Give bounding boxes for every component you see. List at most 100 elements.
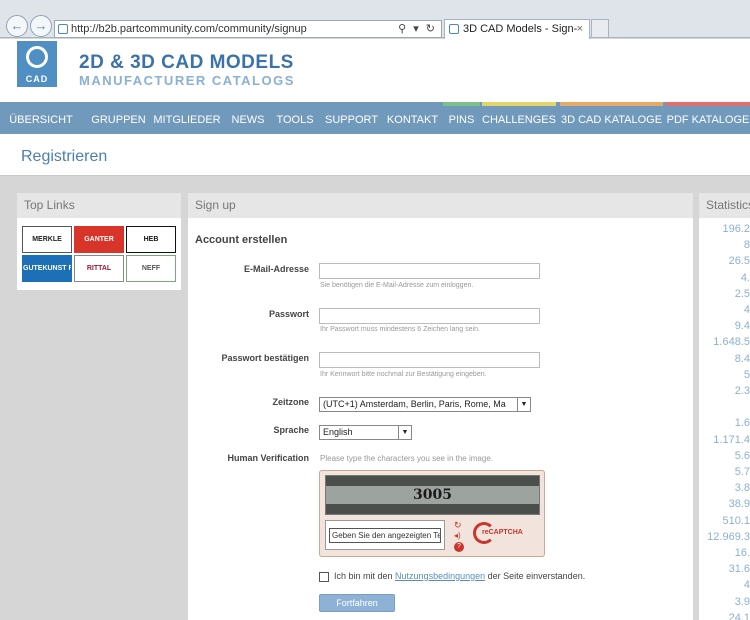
refresh-icon[interactable]: ↻ bbox=[454, 520, 466, 530]
statistic-value: 16. bbox=[734, 547, 750, 559]
partner-logo-link[interactable]: GUTEKUNST FEDERN bbox=[22, 255, 72, 282]
confirm-password-label: Passwort bestätigen bbox=[221, 353, 309, 363]
nav-item[interactable]: PDF KATALOGE bbox=[666, 102, 750, 134]
nav-item-label: SUPPORT bbox=[325, 114, 378, 126]
top-links-heading: Top Links bbox=[17, 193, 181, 218]
statistic-value: 5.6 bbox=[734, 449, 750, 462]
email-field[interactable] bbox=[319, 263, 540, 279]
logo-text: CAD bbox=[25, 74, 49, 84]
statistic-value: 12.969.3 bbox=[707, 530, 750, 543]
partner-logo-link[interactable]: NEFF bbox=[126, 255, 176, 282]
nav-item-label: NEWS bbox=[231, 114, 265, 126]
statistic-value: 196.2 bbox=[722, 223, 750, 235]
help-icon[interactable]: ? bbox=[454, 542, 464, 552]
site-subtitle: MANUFACTURER CATALOGS bbox=[79, 73, 295, 88]
timezone-value: (UTC+1) Amsterdam, Berlin, Paris, Rome, … bbox=[323, 399, 506, 409]
submit-button[interactable]: Fortfahren bbox=[319, 594, 395, 612]
nav-item-label: PINS bbox=[448, 114, 475, 126]
statistic-value: 1.6 bbox=[734, 417, 750, 430]
page-header: Registrieren bbox=[0, 134, 750, 176]
statistic-value: 8 bbox=[743, 239, 750, 252]
statistics-panel: Statistics 196.2 8 26.5 4. 2.5 4 9.4 1.648.5 8.4… bbox=[699, 193, 750, 620]
partner-logo-link[interactable]: MERKLE bbox=[22, 226, 72, 253]
top-links-panel: Top Links MERKLEGANTERHEB GUTEKUNST FEDER… bbox=[17, 193, 181, 290]
statistic-value: 4 bbox=[743, 579, 750, 592]
audio-icon[interactable]: ◂) bbox=[454, 531, 466, 541]
nav-accent-bar bbox=[666, 102, 750, 106]
new-tab-button[interactable] bbox=[591, 19, 609, 38]
main-nav: ÜBERSICHT GRUPPEN MITGLIEDER NEWS TOOLS SUPPO… bbox=[0, 102, 750, 134]
nav-item[interactable]: PINS bbox=[443, 102, 480, 134]
nav-item[interactable]: MITGLIEDER bbox=[151, 102, 223, 134]
statistic-value: 2.5 bbox=[734, 287, 750, 300]
statistic-value: 3.8 bbox=[734, 482, 750, 495]
confirm-password-field[interactable] bbox=[319, 352, 540, 368]
terms-link[interactable]: Nutzungsbedingungen bbox=[395, 571, 485, 581]
browser-tab[interactable]: 3D CAD Models - Sign-up × bbox=[444, 19, 590, 53]
captcha-input[interactable]: Geben Sie den angezeigten Te bbox=[329, 528, 441, 543]
statistic-value: 510.1 bbox=[722, 514, 750, 527]
nav-item-label: GRUPPEN bbox=[91, 114, 146, 126]
partner-logo-link[interactable]: GANTER bbox=[74, 226, 124, 253]
captcha-text: 3005 bbox=[326, 486, 539, 504]
nav-item-label: 3D CAD KATALOGE bbox=[560, 114, 663, 126]
signup-panel: Sign up Account erstellen E-Mail-Adresse… bbox=[188, 193, 693, 620]
nav-item[interactable]: ÜBERSICHT bbox=[4, 102, 78, 134]
url-text: http://b2b.partcommunity.com/community/s… bbox=[71, 23, 307, 35]
password-field[interactable] bbox=[319, 308, 540, 324]
nav-accent-bar bbox=[443, 102, 480, 106]
address-controls-icon[interactable]: ⚲ ▾ ↻ bbox=[398, 21, 437, 37]
language-select[interactable]: English ▼ bbox=[319, 425, 412, 440]
terms-text: Ich bin mit den Nutzungsbedingungen der … bbox=[334, 571, 585, 581]
nav-item-label: ÜBERSICHT bbox=[9, 114, 73, 126]
partner-logo-link[interactable]: HEB bbox=[126, 226, 176, 253]
statistic-value: 1.648.5 bbox=[713, 336, 750, 349]
confirm-password-hint: Ihr Kennwort bitte nochmal zur Bestätigu… bbox=[320, 371, 487, 378]
terms-suffix: der Seite einverstanden. bbox=[487, 571, 586, 581]
nav-item[interactable]: 3D CAD KATALOGE bbox=[560, 102, 663, 134]
nav-item[interactable]: TOOLS bbox=[274, 102, 316, 134]
logo-ring-icon bbox=[26, 46, 48, 68]
language-label: Sprache bbox=[273, 425, 309, 435]
recaptcha-label: reCAPTCHA bbox=[482, 529, 523, 536]
nav-item-label: CHALLENGES bbox=[482, 114, 556, 126]
statistic-value: 9.4 bbox=[734, 320, 750, 333]
top-links-logos: MERKLEGANTERHEB GUTEKUNST FEDERNRITTALNEF… bbox=[22, 226, 176, 284]
partner-logo-link[interactable]: RITTAL bbox=[74, 255, 124, 282]
site-title: 2D & 3D CAD MODELS bbox=[79, 52, 294, 73]
forward-button[interactable]: → bbox=[30, 15, 52, 37]
nav-accent-bar bbox=[560, 102, 663, 106]
nav-item-label: MITGLIEDER bbox=[153, 114, 221, 126]
nav-item-label: PDF KATALOGE bbox=[666, 114, 750, 126]
chevron-down-icon: ▼ bbox=[517, 398, 530, 411]
nav-accent-bar bbox=[482, 102, 556, 106]
address-bar[interactable]: http://b2b.partcommunity.com/community/s… bbox=[54, 20, 442, 38]
nav-item[interactable]: KONTAKT bbox=[384, 102, 441, 134]
chevron-down-icon: ▼ bbox=[398, 426, 411, 439]
nav-item[interactable]: NEWS bbox=[228, 102, 268, 134]
statistic-value: 31.6 bbox=[728, 563, 750, 576]
back-button[interactable]: ← bbox=[6, 15, 28, 37]
nav-item[interactable]: GRUPPEN bbox=[90, 102, 147, 134]
nav-item[interactable]: CHALLENGES bbox=[482, 102, 556, 134]
statistic-value: 24.1 bbox=[728, 611, 750, 620]
email-hint: Sie benötigen die E-Mail-Adresse zum ein… bbox=[320, 282, 474, 289]
nav-item[interactable]: SUPPORT bbox=[321, 102, 382, 134]
timezone-select[interactable]: (UTC+1) Amsterdam, Berlin, Paris, Rome, … bbox=[319, 397, 531, 412]
browser-chrome: ← → http://b2b.partcommunity.com/communi… bbox=[0, 0, 750, 53]
tab-favicon-icon bbox=[449, 24, 459, 34]
statistic-value: 2.3 bbox=[734, 385, 750, 397]
statistic-value: 5 bbox=[743, 368, 750, 381]
statistic-value: 4. bbox=[740, 271, 750, 284]
email-label: E-Mail-Adresse bbox=[243, 264, 309, 274]
verification-label: Human Verification bbox=[227, 453, 309, 463]
captcha-widget: 3005 Geben Sie den angezeigten Te ↻ ◂) ?… bbox=[319, 470, 545, 557]
terms-prefix: Ich bin mit den bbox=[334, 571, 393, 581]
captcha-answer-box: Geben Sie den angezeigten Te bbox=[325, 520, 445, 550]
tab-close-icon[interactable]: × bbox=[577, 20, 583, 38]
statistic-value: 38.9 bbox=[728, 498, 750, 511]
cad-logo[interactable]: CAD bbox=[17, 41, 57, 87]
timezone-label: Zeitzone bbox=[272, 397, 309, 407]
terms-checkbox[interactable] bbox=[319, 572, 329, 582]
statistic-value: 3.9 bbox=[734, 595, 750, 608]
